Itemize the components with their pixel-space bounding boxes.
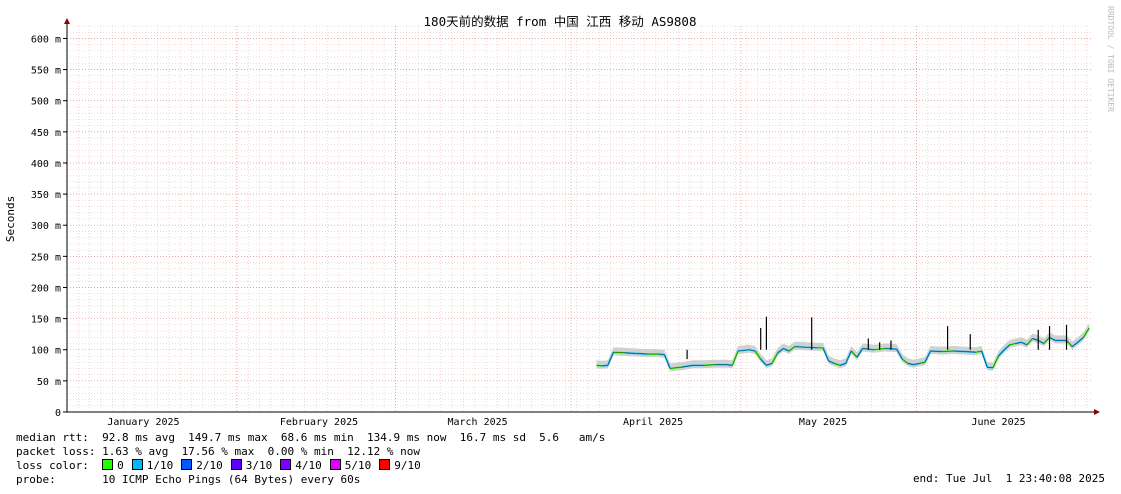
y-tick-label: 300 m (31, 221, 61, 232)
loss-color-label: 1/10 (146, 459, 174, 472)
loss-color-legend: loss color: 0 1/10 2/10 3/10 4/10 5/10 9/10 (16, 459, 429, 473)
end-time: end: Tue Jul 1 23:40:08 2025 (912, 472, 1105, 485)
loss-color-swatch (379, 459, 391, 470)
loss-color-label: 9/10 (394, 459, 421, 472)
x-tick-label: June 2025 (971, 417, 1025, 428)
loss-legend-item: 5/10 (329, 459, 372, 473)
y-tick-label: 50 m (37, 377, 61, 388)
x-tick-label: February 2025 (280, 417, 358, 428)
y-axis-arrow (64, 18, 70, 24)
x-axis-arrow (1094, 409, 1100, 415)
packet-loss-stats: packet loss: 1.63 % avg 17.56 % max 0.00… (16, 445, 420, 458)
y-tick-label: 150 m (31, 315, 61, 326)
chart-title: 180天前的数据 from 中国 江西 移动 AS9808 (424, 14, 697, 29)
y-axis-label: Seconds (4, 196, 17, 242)
loss-legend-item: 9/10 (379, 459, 421, 473)
loss-legend-label: loss color: (16, 459, 89, 472)
loss-color-label: 5/10 (344, 459, 372, 472)
loss-color-swatch (181, 459, 193, 470)
y-tick-label: 250 m (31, 252, 61, 263)
loss-color-label: 2/10 (196, 459, 223, 472)
probe-info: probe: 10 ICMP Echo Pings (64 Bytes) eve… (16, 473, 361, 486)
x-tick-label: March 2025 (447, 417, 507, 428)
loss-legend-item: 1/10 (131, 459, 174, 473)
y-axis-ticks: 0 50 m 100 m 150 m 200 m 250 m 300 m 350 m 400 m… (31, 34, 67, 419)
loss-color-swatch (329, 459, 341, 470)
y-tick-label: 200 m (31, 283, 61, 294)
loss-color-label: 3/10 (245, 459, 273, 472)
y-tick-label: 400 m (31, 159, 61, 170)
loss-color-swatch (131, 459, 143, 470)
loss-color-label: 0 (117, 459, 124, 472)
y-tick-label: 450 m (31, 128, 61, 139)
loss-color-swatch (230, 459, 242, 470)
y-tick-label: 500 m (31, 97, 61, 108)
x-tick-label: January 2025 (107, 417, 179, 428)
loss-legend-item: 3/10 (230, 459, 273, 473)
loss-legend-item: 4/10 (280, 459, 322, 473)
smokeping-graph: 180天前的数据 from 中国 江西 移动 AS9808 Seconds RR… (0, 0, 1121, 494)
rrdtool-watermark: RRDTOOL / TOBI OETIKER (1106, 6, 1115, 112)
x-tick-label: May 2025 (799, 417, 847, 428)
loss-color-swatch (102, 459, 114, 470)
loss-legend-item: 0 (102, 459, 124, 473)
latency-chart: 180天前的数据 from 中国 江西 移动 AS9808 Seconds RR… (4, 6, 1115, 428)
loss-color-swatch (280, 459, 292, 470)
axes (64, 18, 1100, 415)
x-axis-ticks: January 2025 February 2025 March 2025 April… (107, 417, 1025, 428)
loss-legend-items: 0 1/10 2/10 3/10 4/10 5/10 9/10 (102, 459, 429, 472)
y-tick-label: 100 m (31, 346, 61, 357)
y-tick-label: 0 (55, 408, 61, 419)
y-tick-label: 350 m (31, 190, 61, 201)
y-tick-label: 600 m (31, 34, 61, 45)
loss-legend-item: 2/10 (181, 459, 223, 473)
rtt-stats: median rtt: 92.8 ms avg 149.7 ms max 68.… (16, 431, 606, 444)
x-tick-label: April 2025 (623, 417, 683, 428)
y-tick-label: 550 m (31, 66, 61, 77)
loss-color-label: 4/10 (295, 459, 322, 472)
